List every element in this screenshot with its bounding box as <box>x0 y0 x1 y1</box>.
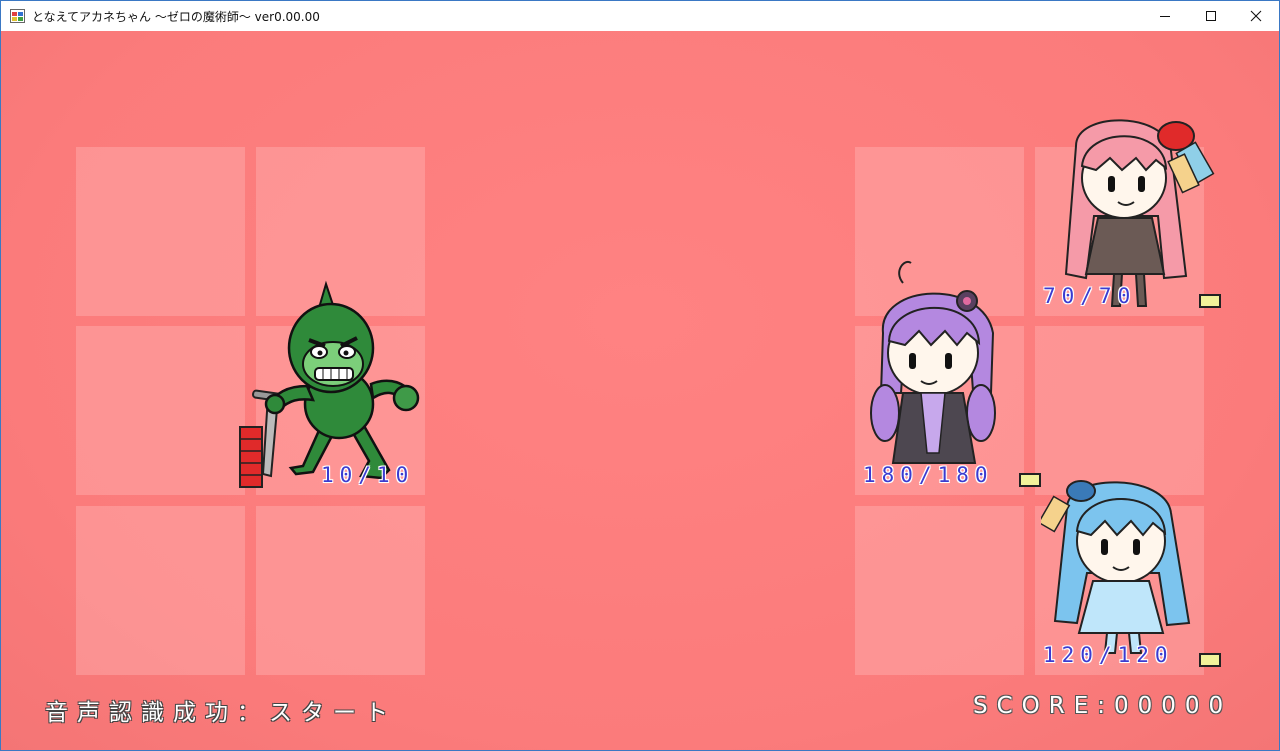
close-icon <box>1250 10 1262 22</box>
yukari-character-sprite[interactable] <box>863 253 1013 473</box>
enemy-grid-cell[interactable] <box>76 326 245 495</box>
aoi-hp-text: 120/120 <box>1043 643 1174 667</box>
window-title: となえてアカネちゃん 〜ゼロの魔術師〜 ver0.00.00 <box>32 10 320 24</box>
yukari-hp-text: 180/180 <box>863 463 994 487</box>
close-button[interactable] <box>1233 1 1279 31</box>
app-window: となえてアカネちゃん 〜ゼロの魔術師〜 ver0.00.00 10/10 70/… <box>0 0 1280 751</box>
minimize-icon <box>1160 16 1170 17</box>
maximize-icon <box>1206 11 1216 21</box>
enemy-grid-cell[interactable] <box>76 506 245 675</box>
app-icon <box>10 9 25 23</box>
minimize-button[interactable] <box>1142 1 1188 31</box>
game-field[interactable]: 10/10 70/70 180/180 120/120 音声認識成功：スタート … <box>1 31 1279 750</box>
enemy-hp-text: 10/10 <box>321 463 415 487</box>
akane-hp-text: 70/70 <box>1043 284 1137 308</box>
aoi-character-sprite[interactable] <box>1041 463 1201 658</box>
enemy-hp-gauge <box>239 426 263 488</box>
akane-gauge <box>1199 294 1221 308</box>
score-display: SCORE:00000 <box>973 693 1233 719</box>
aoi-gauge <box>1199 653 1221 667</box>
party-grid-cell[interactable] <box>855 506 1024 675</box>
enemy-grid-cell[interactable] <box>76 147 245 316</box>
title-bar[interactable]: となえてアカネちゃん 〜ゼロの魔術師〜 ver0.00.00 <box>1 1 1279 31</box>
yukari-gauge <box>1019 473 1041 487</box>
enemy-grid-cell[interactable] <box>256 506 425 675</box>
voice-recognition-status: 音声認識成功：スタート <box>45 700 397 726</box>
maximize-button[interactable] <box>1188 1 1234 31</box>
